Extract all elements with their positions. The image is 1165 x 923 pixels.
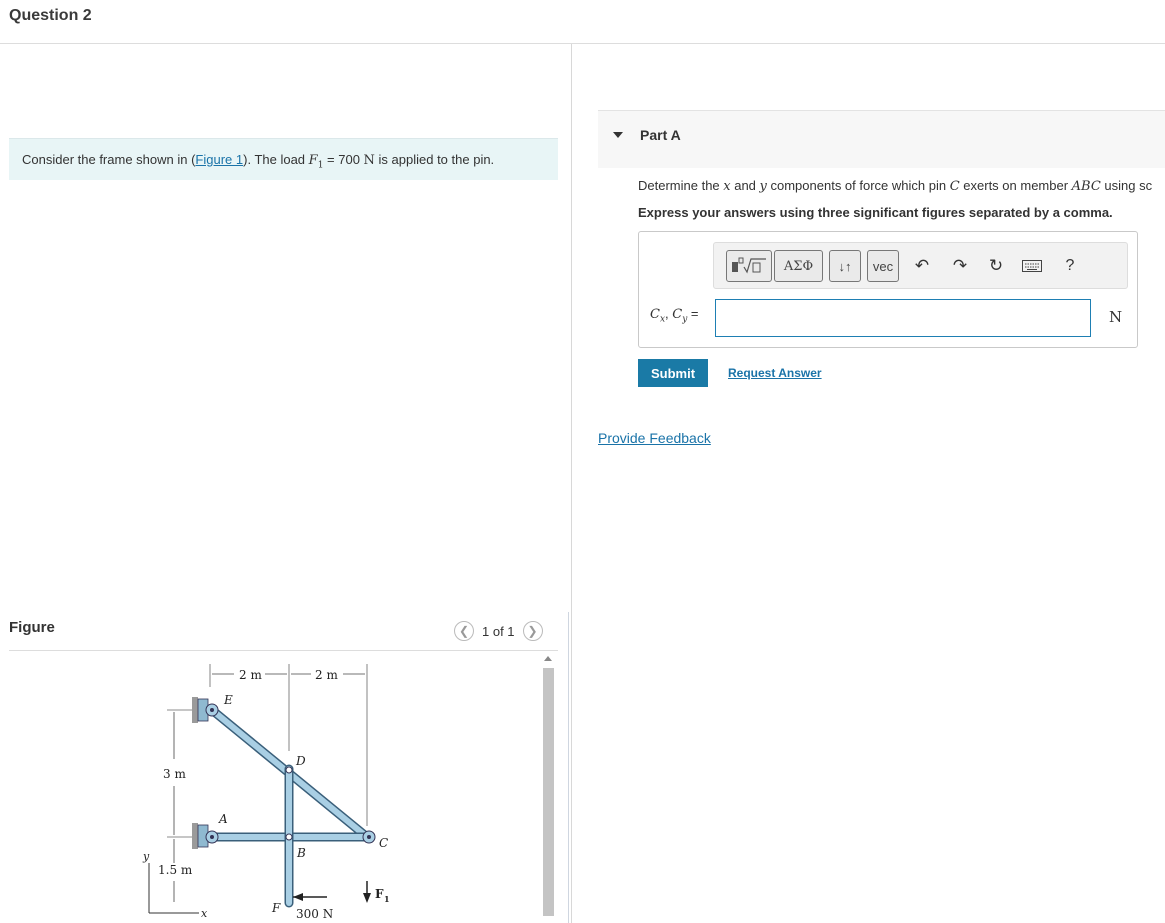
intro-text-3: is applied to the pin. xyxy=(374,152,495,167)
part-a-label: Part A xyxy=(640,127,681,143)
load-unit: N xyxy=(363,153,375,168)
axis-x-label: x xyxy=(201,907,208,920)
dim-top-right: 2 m xyxy=(315,668,338,682)
answer-unit: N xyxy=(1109,308,1123,326)
answer-input[interactable] xyxy=(715,299,1091,337)
figure-scrollbar[interactable] xyxy=(541,654,555,923)
scroll-up-icon[interactable] xyxy=(544,656,552,661)
dim-left-2: 1.5 m xyxy=(158,863,193,877)
label-E: E xyxy=(223,693,233,707)
intro-text-1: Consider the frame shown in ( xyxy=(22,152,196,167)
label-B: B xyxy=(296,846,306,860)
scroll-thumb[interactable] xyxy=(543,668,554,916)
question-header: Question 2 xyxy=(0,0,1165,44)
load-value: = 700 xyxy=(323,152,364,167)
label-C: C xyxy=(379,836,388,850)
figure-scroll-border xyxy=(568,612,569,923)
panel-divider xyxy=(571,44,572,923)
part-a-instructions: Express your answers using three signifi… xyxy=(638,205,1113,220)
caret-down-icon[interactable] xyxy=(613,132,623,138)
axis-y-label: y xyxy=(142,850,150,863)
figure-pager: ❮ 1 of 1 ❯ xyxy=(454,620,543,642)
force-F1-label: F xyxy=(375,887,384,901)
force-F1-sub: 1 xyxy=(384,894,390,904)
label-A: A xyxy=(218,812,228,826)
answer-label: Cx, Cy = xyxy=(650,306,699,325)
intro-text-2: ). The load xyxy=(243,152,309,167)
question-title: Question 2 xyxy=(9,7,92,24)
arrows-button[interactable]: ↓↑ xyxy=(829,250,861,282)
label-F: F xyxy=(271,901,281,915)
submit-button[interactable]: Submit xyxy=(638,359,708,387)
chevron-left-icon[interactable]: ❮ xyxy=(454,621,474,641)
chevron-right-icon[interactable]: ❯ xyxy=(522,621,543,641)
load-symbol: F1 xyxy=(308,153,324,171)
frame-diagram: 2 m 2 m 3 m 1.5 m y x E D A B C F 300 N … xyxy=(142,664,390,921)
force-300-label: 300 N xyxy=(296,907,333,921)
problem-statement: Consider the frame shown in (Figure 1). … xyxy=(9,138,558,180)
part-a-header[interactable]: Part A xyxy=(598,110,1165,168)
greek-button[interactable]: ΑΣΦ xyxy=(774,250,823,282)
templates-icon[interactable] xyxy=(726,250,772,282)
pager-text: 1 of 1 xyxy=(482,623,515,639)
dim-top-left: 2 m xyxy=(239,668,262,682)
keyboard-icon[interactable] xyxy=(1021,255,1043,277)
part-a-prompt: Determine the x and y components of forc… xyxy=(638,178,1153,194)
figure-image: 2 m 2 m 3 m 1.5 m y x E D A B C F 300 N … xyxy=(9,651,541,923)
figure-label: Figure xyxy=(9,619,55,636)
help-button[interactable]: ? xyxy=(1059,255,1081,277)
reset-icon[interactable]: ↻ xyxy=(985,255,1007,277)
label-D: D xyxy=(295,754,306,768)
request-answer-link[interactable]: Request Answer xyxy=(728,366,822,380)
provide-feedback-link[interactable]: Provide Feedback xyxy=(598,430,711,446)
vec-button[interactable]: vec xyxy=(867,250,899,282)
redo-icon[interactable]: ↷ xyxy=(949,255,971,277)
dim-left-1: 3 m xyxy=(163,767,186,781)
figure-link[interactable]: Figure 1 xyxy=(195,152,243,167)
undo-icon[interactable]: ↶ xyxy=(911,255,933,277)
math-toolbar: ΑΣΦ ↓↑ vec ↶ ↷ ↻ ? xyxy=(713,242,1128,289)
